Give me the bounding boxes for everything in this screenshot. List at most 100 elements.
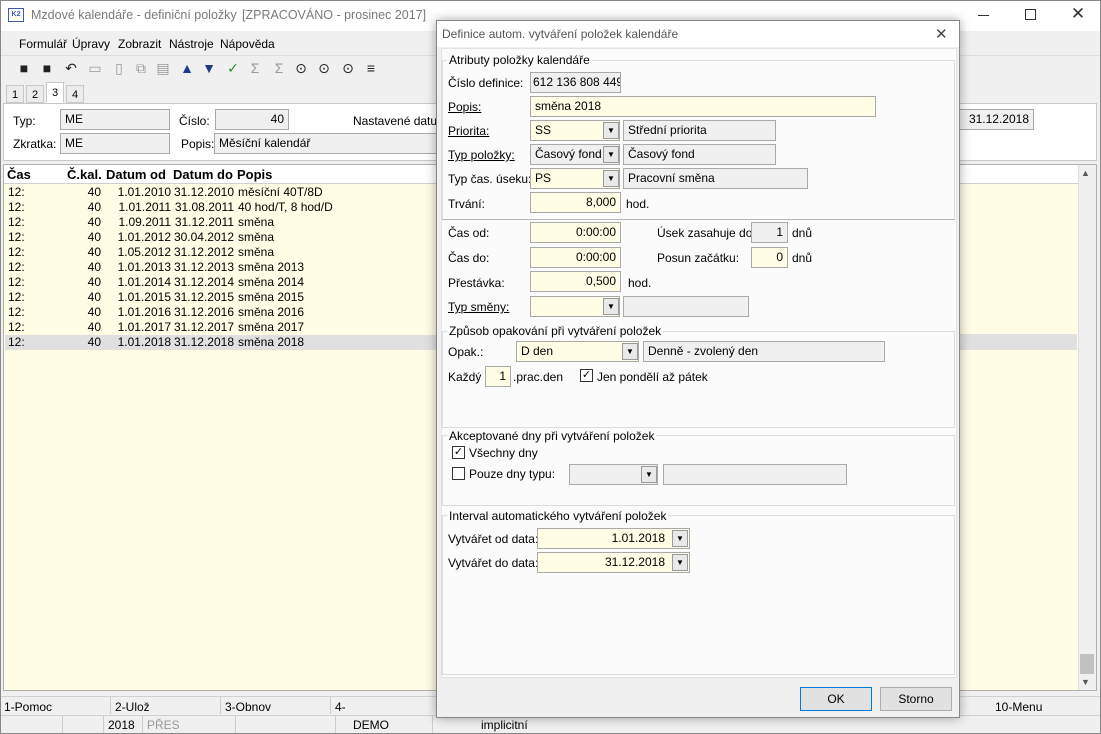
table-row[interactable]: 12: 40 1.01.2016 31.12.2016 směna 2016 [5,305,437,320]
new-icon[interactable]: ▯ [110,59,128,77]
typ-smeny-dropdown-icon[interactable]: ▼ [603,298,619,315]
vytvaret-od-field[interactable]: 1.01.2018 [537,528,690,549]
table-row[interactable]: 12: 40 1.01.2010 31.12.2010 měsíční 40T/8D [5,185,437,200]
book-icon[interactable]: ▤ [154,59,172,77]
table-cell: 40 [87,260,101,274]
arrow-down-icon[interactable]: ▼ [200,59,218,77]
prestavka-field[interactable]: 0,500 [530,271,621,292]
table-row[interactable]: 12: 40 1.01.2015 31.12.2015 směna 2015 [5,290,437,305]
trvani-field[interactable]: 8,000 [530,192,621,213]
menu-lines-icon[interactable]: ≡ [362,59,380,77]
table-row[interactable]: 12: 40 1.01.2017 31.12.2017 směna 2017 [5,320,437,335]
vsechny-dny-checkbox[interactable]: ✓ [452,446,465,459]
undo-icon[interactable]: ↶ [62,59,80,77]
vytvaret-do-dropdown-icon[interactable]: ▼ [672,554,688,571]
prestavka-label: Přestávka: [448,276,505,290]
cislo-field[interactable]: 40 [215,109,289,130]
table-cell: 12: [8,245,25,259]
table-cell: 1.01.2013 [117,260,171,274]
table-row[interactable]: 12: 40 1.05.2012 31.12.2012 směna [5,245,437,260]
save-close-icon[interactable]: ■ [38,59,56,77]
status-divider [335,716,336,733]
find-next-icon[interactable]: ⊙ [315,59,333,77]
separator-line [442,219,955,220]
scroll-thumb[interactable] [1080,654,1094,674]
zkratka-field[interactable]: ME [60,133,170,154]
storno-button[interactable]: Storno [880,687,952,711]
popis-dialog-field[interactable]: směna 2018 [530,96,876,117]
cas-do-label: Čas do: [448,251,490,265]
col-datum-od[interactable]: Datum od [106,167,166,182]
table-cell: 40 [87,185,101,199]
vytvaret-od-dropdown-icon[interactable]: ▼ [672,530,688,547]
pouze-dny-dropdown-icon[interactable]: ▼ [641,466,657,483]
col-cas[interactable]: Čas [7,167,31,182]
ok-button[interactable]: OK [800,687,872,711]
table-cell: směna [238,215,275,229]
tab-2[interactable]: 2 [26,85,44,103]
menu-formular[interactable]: Formulář [19,37,67,51]
typ-cas-useku-dropdown-icon[interactable]: ▼ [603,170,619,187]
fkey-4[interactable]: 4- [335,700,346,714]
table-row[interactable]: 12: 40 1.09.2011 31.12.2011 směna [5,215,437,230]
scroll-up-icon[interactable]: ▲ [1081,168,1090,178]
tab-3[interactable]: 3 [46,82,64,103]
typ-polozky-dropdown-icon[interactable]: ▼ [603,146,619,163]
usek-field[interactable]: 1 [751,222,788,243]
scroll-down-icon[interactable]: ▼ [1081,677,1090,687]
posun-field[interactable]: 0 [751,247,788,268]
menu-zobrazit[interactable]: Zobrazit [118,37,161,51]
cas-od-field[interactable]: 0:00:00 [530,222,621,243]
fkey-2[interactable]: 2-Ulož [115,700,150,714]
opak-select[interactable]: D den [516,341,639,362]
fkey-10[interactable]: 10-Menu [995,700,1042,714]
fkey-3[interactable]: 3-Obnov [225,700,271,714]
tab-1[interactable]: 1 [6,85,24,103]
nastavene-datum-field[interactable]: 31.12.2018 [958,109,1034,130]
priorita-dropdown-icon[interactable]: ▼ [603,122,619,139]
tab-4[interactable]: 4 [66,85,84,103]
table-row[interactable]: 12: 40 1.01.2014 31.12.2014 směna 2014 [5,275,437,290]
table-row[interactable]: 12: 40 1.01.2011 31.08.2011 40 hod/T, 8 hod/… [5,200,437,215]
menu-upravy[interactable]: Úpravy [72,37,110,51]
menu-napoveda[interactable]: Nápověda [220,37,275,51]
kazdy-field[interactable]: 1 [485,366,511,387]
find-replace-icon[interactable]: ⊙ [339,59,357,77]
table-cell: 12: [8,275,25,289]
table-cell: 31.12.2015 [173,290,234,304]
table-cell: směna 2015 [238,290,305,304]
dialog-close-icon[interactable]: ✕ [935,25,948,43]
scrollbar[interactable] [1078,165,1096,690]
prestavka-hod-label: hod. [628,276,652,290]
status-divider [235,716,236,733]
table-row[interactable]: 12: 40 1.01.2018 31.12.2018 směna 2018 [5,335,437,350]
cas-do-field[interactable]: 0:00:00 [530,247,621,268]
group-akceptovane-title: Akceptované dny při vytváření položek [447,429,657,443]
close-icon[interactable]: ✕ [1070,4,1086,24]
fkey-1[interactable]: 1-Pomoc [4,700,52,714]
opak-dropdown-icon[interactable]: ▼ [622,343,638,360]
find-icon[interactable]: ⊙ [292,59,310,77]
col-ckal[interactable]: Č.kal. [67,167,102,182]
copy-icon[interactable]: ⧉ [132,59,150,77]
pouze-dny-checkbox[interactable] [452,467,465,480]
jen-pondeli-checkbox[interactable]: ✓ [580,369,593,382]
minimize-icon[interactable] [978,15,989,16]
sum-filter-icon[interactable]: Σ [270,59,288,77]
menu-nastroje[interactable]: Nástroje [169,37,214,51]
table-row[interactable]: 12: 40 1.01.2012 30.04.2012 směna [5,230,437,245]
maximize-icon[interactable] [1025,9,1036,20]
col-popis[interactable]: Popis [237,167,272,182]
open-icon[interactable]: ▭ [86,59,104,77]
priorita-label: Priorita: [448,124,490,138]
filter-icon[interactable]: ✓ [224,59,242,77]
sum-icon[interactable]: Σ [246,59,264,77]
save-icon[interactable]: ■ [15,59,33,77]
col-datum-do[interactable]: Datum do [173,167,233,182]
vytvaret-do-field[interactable]: 31.12.2018 [537,552,690,573]
table-row[interactable]: 12: 40 1.01.2013 31.12.2013 směna 2013 [5,260,437,275]
arrow-up-icon[interactable]: ▲ [178,59,196,77]
typ-field[interactable]: ME [60,109,170,130]
cislo-definice-field[interactable]: 612 136 808 449 [530,72,621,93]
popis-field[interactable]: Měsíční kalendář [214,133,438,154]
